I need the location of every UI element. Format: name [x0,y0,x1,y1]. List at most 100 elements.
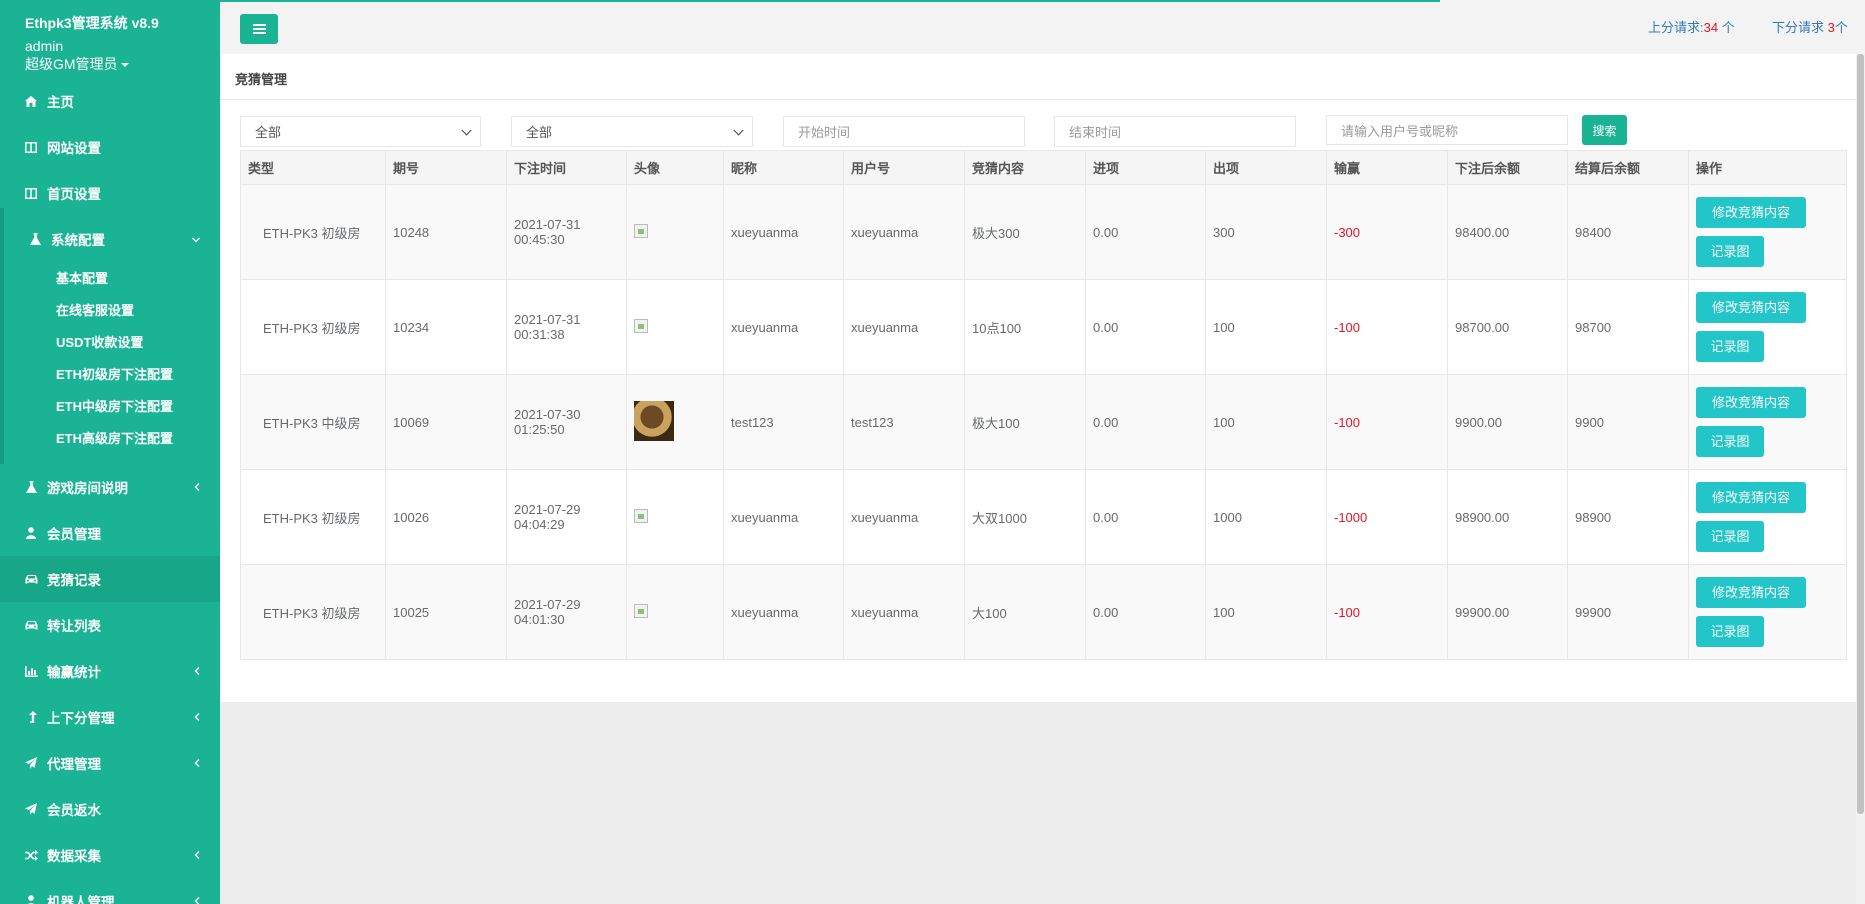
submenu-item-customer-service[interactable]: 在线客服设置 [56,300,134,319]
record-chart-button[interactable]: 记录图 [1696,426,1764,457]
sidebar-item-member-rebate[interactable]: 会员返水 [0,786,220,832]
sidebar-item-label: 数据采集 [47,849,101,864]
cell-avatar [626,374,724,470]
table-row: ETH-PK3 初级房 10248 2021-07-31 00:45:30 xue… [240,184,1847,280]
cell-period: 10025 [385,564,507,660]
table-row: ETH-PK3 初级房 10234 2021-07-31 00:31:38 xue… [240,279,1847,375]
sidebar-item-site-settings[interactable]: 网站设置 [0,124,220,170]
sidebar-item-game-room-info[interactable]: 游戏房间说明 [0,464,220,510]
level-up-icon [26,711,40,723]
cell-balance-after-bet: 9900.00 [1447,374,1568,470]
scrollbar-thumb[interactable] [1857,54,1864,814]
record-chart-button[interactable]: 记录图 [1696,331,1764,362]
sidebar-item-robots[interactable]: 机器人管理 [0,878,220,904]
broken-image-icon [634,603,648,618]
content-card: 竞猜管理 全部 全部 开始时间 结束时间 请输入用户号或昵称 搜索 类型 期号 … [220,54,1865,702]
cell-user-id: xueyuanma [843,279,965,375]
sidebar-item-data-collection[interactable]: 数据采集 [0,832,220,878]
cell-bet-time: 2021-07-31 00:31:38 [506,279,627,375]
credit-down-label: 下分请求 [1772,20,1825,35]
bet-clock: 00:31:38 [514,327,565,342]
cell-nickname: xueyuanma [723,279,844,375]
cell-avatar [626,469,724,565]
cell-period: 10248 [385,184,507,280]
start-time-placeholder: 开始时间 [798,125,851,140]
chevron-down-icon [192,232,200,246]
cell-income: 0.00 [1085,469,1206,565]
sidebar-item-label: 主页 [47,95,74,110]
record-chart-button[interactable]: 记录图 [1696,616,1764,647]
submenu-item-usdt[interactable]: USDT收款设置 [56,332,143,351]
cell-nickname: xueyuanma [723,184,844,280]
cell-expense: 100 [1205,279,1327,375]
sidebar-item-win-loss-stats[interactable]: 输赢统计 [0,648,220,694]
sidebar-item-label: 首页设置 [47,187,101,202]
sidebar-item-home[interactable]: 主页 [0,78,220,124]
cell-user-id: xueyuanma [843,184,965,280]
type-select[interactable]: 全部 [240,116,481,147]
sidebar-item-members[interactable]: 会员管理 [0,510,220,556]
submenu-item-basic[interactable]: 基本配置 [56,268,108,287]
record-chart-button[interactable]: 记录图 [1696,236,1764,267]
sidebar-item-label: 系统配置 [51,233,105,248]
search-input[interactable]: 请输入用户号或昵称 [1326,115,1568,145]
cell-period: 10026 [385,469,507,565]
sidebar-item-bet-records[interactable]: 竞猜记录 [0,556,220,602]
submenu-item-eth-junior[interactable]: ETH初级房下注配置 [56,364,173,383]
cell-avatar [626,184,724,280]
sidebar-item-label: 上下分管理 [47,711,115,726]
record-chart-button[interactable]: 记录图 [1696,521,1764,552]
cell-content: 大100 [964,564,1086,660]
sidebar-item-transfers[interactable]: 转让列表 [0,602,220,648]
cell-user-id: test123 [843,374,965,470]
bet-clock: 04:04:29 [514,517,565,532]
cell-expense: 100 [1205,564,1327,660]
sidebar-item-system-config[interactable]: 系统配置 [0,216,220,262]
credit-down-unit: 个 [1834,20,1848,35]
column-header: 竞猜内容 [964,150,1086,185]
end-time-input[interactable]: 结束时间 [1054,116,1296,147]
room-select[interactable]: 全部 [511,116,753,147]
broken-image-icon [634,508,648,523]
cell-win-loss: -100 [1326,374,1448,470]
column-header: 期号 [385,150,507,185]
edit-bet-button[interactable]: 修改竞猜内容 [1696,197,1806,228]
bet-date: 2021-07-30 [514,407,581,422]
car-icon [24,620,38,631]
edit-bet-button[interactable]: 修改竞猜内容 [1696,577,1806,608]
random-icon [24,849,38,861]
page-load-progress [220,0,1440,2]
edit-bet-button[interactable]: 修改竞猜内容 [1696,292,1806,323]
user-avatar [634,400,674,441]
sidebar-item-credit-management[interactable]: 上下分管理 [0,694,220,740]
submenu-item-eth-middle[interactable]: ETH中级房下注配置 [56,396,173,415]
menu-toggle-button[interactable] [240,14,278,44]
edit-bet-button[interactable]: 修改竞猜内容 [1696,387,1806,418]
cell-avatar [626,279,724,375]
sidebar-item-label: 竞猜记录 [47,573,101,588]
credit-up-label: 上分请求: [1648,20,1704,35]
credit-down-count: 3 [1827,20,1835,35]
cell-user-id: xueyuanma [843,469,965,565]
column-header: 用户号 [843,150,965,185]
cell-nickname: test123 [723,374,844,470]
sidebar-item-label: 转让列表 [47,619,101,634]
bet-records-table: 类型 期号 下注时间 头像 昵称 用户号 竞猜内容 进项 出项 输赢 下注后余额… [240,150,1847,660]
credit-up-unit: 个 [1721,20,1735,35]
topbar: 上分请求:34 个 下分请求 3个 [220,0,1865,54]
submenu-item-eth-senior[interactable]: ETH高级房下注配置 [56,428,173,447]
credit-down-requests-link[interactable]: 下分请求 3个 [1772,17,1848,36]
user-role-dropdown[interactable]: 超级GM管理员 [25,55,220,73]
search-button[interactable]: 搜索 [1582,115,1627,145]
broken-image-icon [634,318,648,333]
cell-bet-time: 2021-07-29 04:04:29 [506,469,627,565]
credit-up-requests-link[interactable]: 上分请求:34 个 [1648,17,1735,36]
edit-bet-button[interactable]: 修改竞猜内容 [1696,482,1806,513]
start-time-input[interactable]: 开始时间 [783,116,1025,147]
bet-date: 2021-07-31 [514,217,581,232]
sidebar-item-agents[interactable]: 代理管理 [0,740,220,786]
page-scrollbar[interactable] [1856,54,1865,904]
column-header: 下注时间 [506,150,627,185]
cell-win-loss: -100 [1326,279,1448,375]
cell-balance-after-bet: 98700.00 [1447,279,1568,375]
